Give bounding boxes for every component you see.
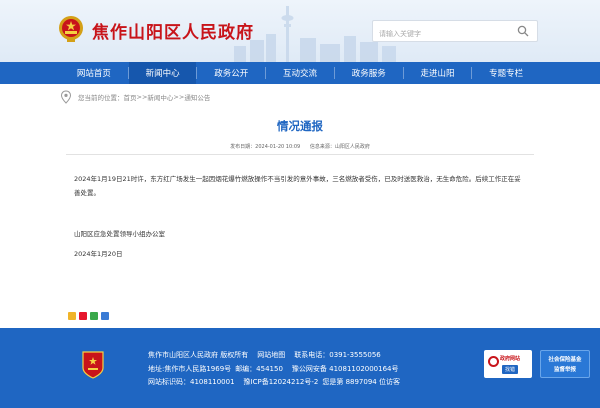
- badge2-line2: 监督举报: [553, 367, 576, 373]
- divider: [66, 154, 534, 155]
- nav-item-news[interactable]: 新闻中心: [128, 62, 197, 84]
- article-container: 情况通报 发布日期：2024-01-20 10:09 信息来源：山阳区人民政府 …: [60, 108, 540, 326]
- breadcrumb-notice[interactable]: 通知公告: [184, 92, 210, 102]
- badge-ring-icon: [488, 356, 499, 367]
- nav-item-services[interactable]: 政务服务: [335, 62, 403, 84]
- footer-sitemap-link[interactable]: 网站地图: [257, 351, 285, 359]
- search-box: [372, 20, 538, 44]
- gov-site-error-report-badge[interactable]: 政府网站 找错: [484, 350, 532, 378]
- breadcrumb-prefix: 您当前的位置：: [78, 94, 124, 102]
- share-qzone-icon[interactable]: [68, 312, 76, 320]
- footer-address: 地址:焦作市人民路1969号: [148, 364, 232, 373]
- share-wechat-icon[interactable]: [90, 312, 98, 320]
- location-icon: [60, 90, 72, 104]
- badge1-top: 政府网站: [500, 356, 521, 362]
- share-more-icon[interactable]: [101, 312, 109, 320]
- share-icons: [68, 312, 109, 320]
- breadcrumb-news[interactable]: 新闻中心: [147, 92, 173, 102]
- insurance-fund-report-badge[interactable]: 社会保险基金 监督举报: [540, 350, 590, 378]
- footer-info: 焦作市山阳区人民政府 版权所有 网站地图 联系电话：0391-3555056 地址:…: [148, 349, 409, 390]
- badge1-bottom: 找错: [502, 365, 519, 374]
- publish-info: 发布日期：2024-01-20 10:09: [230, 144, 300, 150]
- nav-item-gov-affairs[interactable]: 政务公开: [197, 62, 265, 84]
- party-emblem-icon: [82, 351, 104, 379]
- site-title[interactable]: 焦作山阳区人民政府: [92, 18, 254, 43]
- breadcrumb-sep: >>: [136, 93, 148, 101]
- publish-label: 发布日期：: [230, 144, 256, 150]
- search-icon[interactable]: [517, 25, 529, 37]
- breadcrumb-home[interactable]: 首页: [124, 92, 137, 102]
- site-header: 焦作山阳区人民政府: [0, 0, 600, 62]
- article-signer: 山阳区应急处置领导小组办公室: [74, 230, 165, 238]
- nav-item-home[interactable]: 网站首页: [60, 62, 128, 84]
- article-title: 情况通报: [277, 119, 323, 133]
- footer-icp[interactable]: 豫ICP备12024212号-2: [244, 378, 319, 386]
- breadcrumb-sep: >>: [173, 93, 185, 101]
- article-meta: 发布日期：2024-01-20 10:09 信息来源：山阳区人民政府: [60, 143, 540, 150]
- footer-row-1: 焦作市山阳区人民政府 版权所有 网站地图 联系电话：0391-3555056: [148, 349, 409, 363]
- footer-visits: 您是第 8897094 位访客: [322, 378, 400, 386]
- national-emblem-icon: [59, 16, 83, 42]
- footer-row-2: 地址:焦作市人民路1969号 邮编：454150 豫公网安备 41081102000…: [148, 363, 409, 377]
- footer-police-record[interactable]: 豫公网安备 41081102000164号: [292, 365, 399, 373]
- nav-item-interaction[interactable]: 互动交流: [266, 62, 334, 84]
- footer-phone: 联系电话：0391-3555056: [294, 351, 381, 359]
- nav-item-topics[interactable]: 专题专栏: [472, 62, 540, 84]
- footer-postcode: 邮编：454150: [235, 364, 283, 373]
- site-footer: 焦作市山阳区人民政府 版权所有 网站地图 联系电话：0391-3555056 地址:…: [0, 328, 600, 408]
- source-info: 信息来源：山阳区人民政府: [310, 144, 370, 150]
- footer-row-3: 网站标识码：4108110001 豫ICP备12024212号-2 您是第 8897…: [148, 376, 409, 390]
- nav-item-about[interactable]: 走进山阳: [404, 62, 472, 84]
- badge2-line1: 社会保险基金: [548, 357, 582, 363]
- share-weibo-icon[interactable]: [79, 312, 87, 320]
- search-input[interactable]: [373, 24, 513, 44]
- footer-owner: 焦作市山阳区人民政府 版权所有: [148, 351, 249, 359]
- article-date: 2024年1月20日: [74, 250, 123, 258]
- publish-date: 2024-01-20 10:09: [255, 144, 301, 150]
- main-nav: 网站首页 新闻中心 政务公开 互动交流 政务服务 走进山阳 专题专栏: [0, 62, 600, 84]
- breadcrumb: 您当前的位置： 首页 >> 新闻中心 >> 通知公告: [60, 88, 540, 106]
- source-value: 山阳区人民政府: [334, 144, 370, 150]
- footer-site-id: 网站标识码：4108110001: [148, 378, 235, 386]
- article-body: 2024年1月19日21时许，东方红广场发生一起因烟花爆竹燃放操作不当引发的意外…: [74, 175, 521, 197]
- source-label: 信息来源：: [309, 144, 335, 150]
